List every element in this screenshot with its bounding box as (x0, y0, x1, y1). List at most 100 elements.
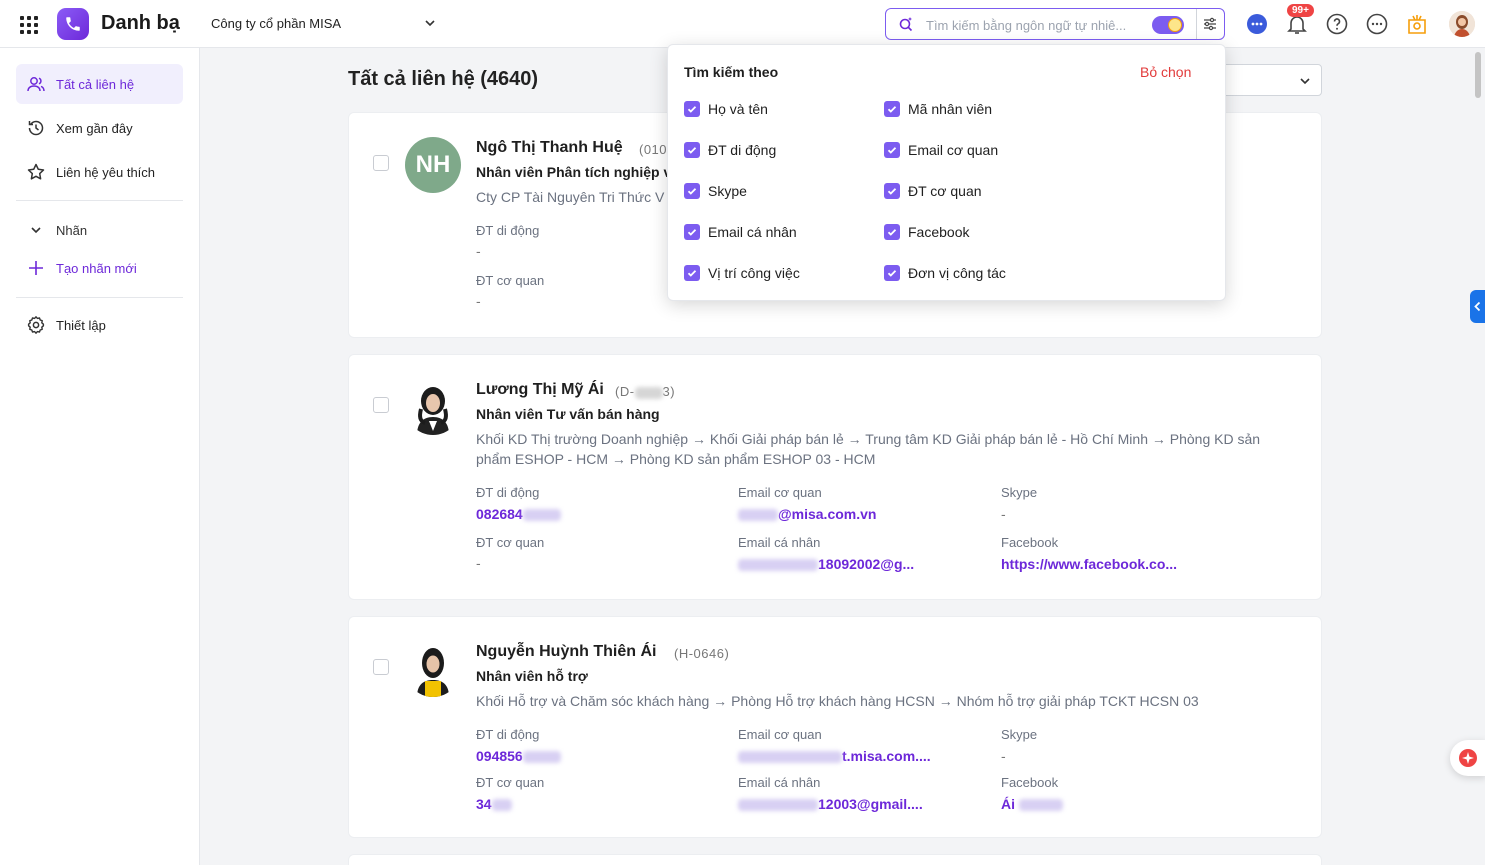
contact-name[interactable]: Lương Thị Mỹ Ái (476, 381, 604, 399)
filter-settings-icon[interactable] (1202, 16, 1218, 37)
job-title: Nhân viên hỗ trợ (476, 668, 588, 684)
option-work-email[interactable]: Email cơ quan (884, 142, 998, 158)
chevron-down-icon (26, 220, 46, 240)
more-icon[interactable] (1365, 12, 1389, 36)
sidebar-item-all-contacts[interactable]: Tất cả liên hệ (16, 64, 183, 104)
work-email-value[interactable]: @misa.com.vn (738, 506, 876, 522)
create-label-text: Tạo nhãn mới (56, 260, 137, 276)
option-facebook[interactable]: Facebook (884, 224, 969, 240)
personal-email-value[interactable]: 18092002@g... (738, 556, 914, 572)
checkbox-checked-icon (684, 224, 700, 240)
mobile-value[interactable]: 094856 (476, 748, 561, 764)
create-label-button[interactable]: Tạo nhãn mới (16, 248, 183, 288)
chevron-down-icon (423, 16, 437, 33)
job-title: Nhân viên Phân tích nghiệp v (476, 164, 672, 180)
app-launcher-icon[interactable] (18, 14, 40, 36)
checkbox-checked-icon (884, 265, 900, 281)
help-icon[interactable] (1325, 12, 1349, 36)
employee-code: (H-0646) (674, 646, 730, 661)
option-full-name[interactable]: Họ và tên (684, 101, 768, 117)
ai-search-toggle[interactable] (1152, 16, 1184, 34)
office-phone-label: ĐT cơ quan (476, 273, 545, 288)
ai-search-icon (898, 16, 914, 37)
checkbox-checked-icon (684, 101, 700, 117)
facebook-label: Facebook (1001, 775, 1059, 790)
contacts-icon (26, 74, 46, 94)
mobile-label: ĐT di động (476, 727, 540, 742)
office-phone-label: ĐT cơ quan (476, 775, 545, 790)
avatar (405, 641, 461, 697)
mobile-value[interactable]: 082684 (476, 506, 561, 522)
chevron-left-icon (1474, 301, 1481, 312)
chevron-down-icon (1300, 78, 1310, 85)
clear-selection-button[interactable]: Bỏ chọn (1140, 64, 1191, 80)
sidebar-item-favorites[interactable]: Liên hệ yêu thích (16, 152, 183, 192)
checkbox-checked-icon (884, 142, 900, 158)
personal-email-label: Email cá nhân (738, 775, 821, 790)
checkbox-checked-icon (884, 224, 900, 240)
option-employee-code[interactable]: Mã nhân viên (884, 101, 992, 117)
facebook-value[interactable]: Ái (1001, 796, 1063, 812)
notification-badge: 99+ (1287, 4, 1314, 17)
employee-code: (010 (639, 142, 668, 157)
option-mobile[interactable]: ĐT di động (684, 142, 776, 158)
contact-name[interactable]: Ngô Thị Thanh Huệ (476, 139, 623, 157)
avatar: NH (405, 137, 461, 193)
divider (16, 297, 183, 298)
promotion-icon[interactable] (1405, 12, 1429, 36)
contact-name[interactable]: Nguyễn Huỳnh Thiên Ái (476, 643, 656, 661)
sidebar: Tất cả liên hệ Xem gần đây Liên hệ yêu t… (0, 48, 200, 865)
contact-card[interactable]: Lương Thị Mỹ Ái (D- 3) Nhân viên Tư vấn b… (348, 354, 1322, 600)
sidebar-item-label: Xem gần đây (56, 120, 133, 136)
sidebar-item-label: Tất cả liên hệ (56, 76, 135, 92)
facebook-value[interactable]: https://www.facebook.co... (1001, 556, 1177, 572)
app-title: Danh bạ (101, 12, 180, 34)
option-job-position[interactable]: Vị trí công việc (684, 265, 800, 281)
mobile-label: ĐT di động (476, 223, 540, 238)
checkbox-checked-icon (884, 183, 900, 199)
personal-email-value[interactable]: 12003@gmail.... (738, 796, 923, 812)
plus-icon (26, 258, 46, 278)
contact-checkbox[interactable] (373, 155, 389, 171)
office-phone-value: - (476, 293, 481, 309)
office-phone-value[interactable]: 34 (476, 796, 512, 812)
employee-code-suffix: 3) (662, 384, 676, 399)
company-selector[interactable]: Công ty cổ phần MISA (211, 16, 437, 31)
contact-card[interactable]: Nguyễn Huỳnh Thiên Ái (H-0646) Nhân viên… (348, 616, 1322, 838)
option-skype[interactable]: Skype (684, 183, 747, 199)
skype-value: - (1001, 748, 1006, 764)
side-panel-toggle[interactable] (1470, 290, 1485, 323)
search-box (885, 8, 1225, 40)
assistant-button[interactable] (1450, 740, 1485, 776)
office-phone-label: ĐT cơ quan (476, 535, 545, 550)
work-email-label: Email cơ quan (738, 727, 822, 742)
option-office-phone[interactable]: ĐT cơ quan (884, 183, 982, 199)
work-email-value[interactable]: t.misa.com.... (738, 748, 931, 764)
labels-section-toggle[interactable]: Nhãn (16, 210, 183, 250)
chat-icon[interactable] (1245, 12, 1269, 36)
checkbox-checked-icon (884, 101, 900, 117)
search-by-dropdown: Tìm kiếm theo Bỏ chọn Họ và tên Mã nhân … (667, 44, 1226, 301)
labels-header: Nhãn (56, 222, 88, 238)
scrollbar[interactable] (1475, 52, 1481, 98)
option-personal-email[interactable]: Email cá nhân (684, 224, 797, 240)
personal-email-label: Email cá nhân (738, 535, 821, 550)
sidebar-item-settings[interactable]: Thiết lập (16, 305, 183, 345)
organization: Khối Hỗ trợ và Chăm sóc khách hàng → Phò… (476, 693, 1199, 709)
facebook-label: Facebook (1001, 535, 1059, 550)
sidebar-item-recent[interactable]: Xem gần đây (16, 108, 183, 148)
sparkle-icon (1459, 749, 1477, 767)
employee-code: (D- 3) (615, 384, 675, 399)
phonebook-logo-icon (57, 8, 89, 40)
page-title: Tất cả liên hệ (4640) (348, 68, 539, 90)
mobile-label: ĐT di động (476, 485, 540, 500)
sort-dropdown[interactable] (1222, 64, 1322, 96)
search-input[interactable] (926, 15, 1136, 35)
contact-checkbox[interactable] (373, 659, 389, 675)
contact-checkbox[interactable] (373, 397, 389, 413)
gear-icon (26, 315, 46, 335)
organization: Khối KD Thị trường Doanh nghiệp → Khối G… (476, 431, 1261, 467)
contact-card[interactable] (348, 854, 1322, 865)
option-work-unit[interactable]: Đơn vị công tác (884, 265, 1006, 281)
user-avatar[interactable] (1449, 11, 1475, 37)
